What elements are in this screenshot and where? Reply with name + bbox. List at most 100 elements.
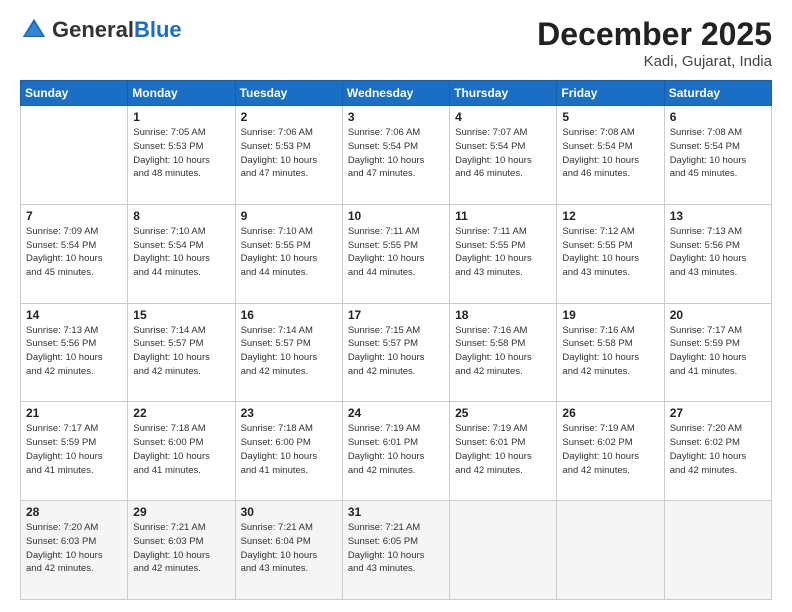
day-info: Sunrise: 7:10 AMSunset: 5:55 PMDaylight:… [241,225,337,280]
logo-text: GeneralBlue [52,19,182,41]
header: GeneralBlue December 2025 Kadi, Gujarat,… [20,16,772,70]
table-row: 15 Sunrise: 7:14 AMSunset: 5:57 PMDayligh… [128,303,235,402]
day-number: 5 [562,110,658,124]
day-info: Sunrise: 7:12 AMSunset: 5:55 PMDaylight:… [562,225,658,280]
day-info: Sunrise: 7:16 AMSunset: 5:58 PMDaylight:… [455,324,551,379]
day-number: 25 [455,406,551,420]
day-info: Sunrise: 7:18 AMSunset: 6:00 PMDaylight:… [133,422,229,477]
day-number: 14 [26,308,122,322]
day-number: 7 [26,209,122,223]
day-info: Sunrise: 7:11 AMSunset: 5:55 PMDaylight:… [348,225,444,280]
table-row [557,501,664,600]
day-info: Sunrise: 7:20 AMSunset: 6:02 PMDaylight:… [670,422,766,477]
logo: GeneralBlue [20,16,182,44]
day-info: Sunrise: 7:14 AMSunset: 5:57 PMDaylight:… [133,324,229,379]
day-number: 28 [26,505,122,519]
table-row: 7 Sunrise: 7:09 AMSunset: 5:54 PMDaylight… [21,204,128,303]
calendar-week-row: 28 Sunrise: 7:20 AMSunset: 6:03 PMDayligh… [21,501,772,600]
table-row: 20 Sunrise: 7:17 AMSunset: 5:59 PMDayligh… [664,303,771,402]
day-info: Sunrise: 7:13 AMSunset: 5:56 PMDaylight:… [26,324,122,379]
day-number: 6 [670,110,766,124]
day-info: Sunrise: 7:17 AMSunset: 5:59 PMDaylight:… [26,422,122,477]
day-info: Sunrise: 7:06 AMSunset: 5:53 PMDaylight:… [241,126,337,181]
table-row: 27Sunrise: 7:20 AMSunset: 6:02 PMDayligh… [664,402,771,501]
day-info: Sunrise: 7:11 AMSunset: 5:55 PMDaylight:… [455,225,551,280]
day-number: 11 [455,209,551,223]
day-number: 9 [241,209,337,223]
day-number: 30 [241,505,337,519]
day-info: Sunrise: 7:17 AMSunset: 5:59 PMDaylight:… [670,324,766,379]
day-number: 24 [348,406,444,420]
day-number: 3 [348,110,444,124]
col-sunday: Sunday [21,81,128,106]
table-row: 24Sunrise: 7:19 AMSunset: 6:01 PMDayligh… [342,402,449,501]
day-number: 18 [455,308,551,322]
day-info: Sunrise: 7:21 AMSunset: 6:05 PMDaylight:… [348,521,444,576]
table-row: 2 Sunrise: 7:06 AMSunset: 5:53 PMDaylight… [235,106,342,205]
day-number: 2 [241,110,337,124]
logo-general-text: General [52,17,134,42]
month-title: December 2025 [537,16,772,53]
day-info: Sunrise: 7:21 AMSunset: 6:04 PMDaylight:… [241,521,337,576]
title-block: December 2025 Kadi, Gujarat, India [537,16,772,70]
col-wednesday: Wednesday [342,81,449,106]
table-row: 28 Sunrise: 7:20 AMSunset: 6:03 PMDayligh… [21,501,128,600]
day-info: Sunrise: 7:15 AMSunset: 5:57 PMDaylight:… [348,324,444,379]
day-number: 29 [133,505,229,519]
table-row: 18 Sunrise: 7:16 AMSunset: 5:58 PMDayligh… [450,303,557,402]
day-number: 23 [241,406,337,420]
table-row: 8 Sunrise: 7:10 AMSunset: 5:54 PMDaylight… [128,204,235,303]
table-row: 6 Sunrise: 7:08 AMSunset: 5:54 PMDaylight… [664,106,771,205]
table-row: 11 Sunrise: 7:11 AMSunset: 5:55 PMDayligh… [450,204,557,303]
col-tuesday: Tuesday [235,81,342,106]
page: GeneralBlue December 2025 Kadi, Gujarat,… [0,0,792,612]
day-info: Sunrise: 7:06 AMSunset: 5:54 PMDaylight:… [348,126,444,181]
day-info: Sunrise: 7:08 AMSunset: 5:54 PMDaylight:… [670,126,766,181]
table-row: 5 Sunrise: 7:08 AMSunset: 5:54 PMDaylight… [557,106,664,205]
day-info: Sunrise: 7:10 AMSunset: 5:54 PMDaylight:… [133,225,229,280]
day-info: Sunrise: 7:21 AMSunset: 6:03 PMDaylight:… [133,521,229,576]
day-number: 26 [562,406,658,420]
table-row: 26 Sunrise: 7:19 AMSunset: 6:02 PMDayligh… [557,402,664,501]
table-row: 31 Sunrise: 7:21 AMSunset: 6:05 PMDayligh… [342,501,449,600]
day-info: Sunrise: 7:14 AMSunset: 5:57 PMDaylight:… [241,324,337,379]
day-info: Sunrise: 7:19 AMSunset: 6:01 PMDaylight:… [455,422,551,477]
table-row [450,501,557,600]
table-row: 30 Sunrise: 7:21 AMSunset: 6:04 PMDayligh… [235,501,342,600]
table-row: 9 Sunrise: 7:10 AMSunset: 5:55 PMDaylight… [235,204,342,303]
day-info: Sunrise: 7:08 AMSunset: 5:54 PMDaylight:… [562,126,658,181]
logo-icon [20,16,48,44]
table-row: 22 Sunrise: 7:18 AMSunset: 6:00 PMDayligh… [128,402,235,501]
day-number: 12 [562,209,658,223]
calendar-week-row: 14 Sunrise: 7:13 AMSunset: 5:56 PMDayligh… [21,303,772,402]
table-row: 14 Sunrise: 7:13 AMSunset: 5:56 PMDayligh… [21,303,128,402]
table-row: 10 Sunrise: 7:11 AMSunset: 5:55 PMDayligh… [342,204,449,303]
day-number: 19 [562,308,658,322]
day-number: 13 [670,209,766,223]
day-info: Sunrise: 7:07 AMSunset: 5:54 PMDaylight:… [455,126,551,181]
logo-blue-text: Blue [134,17,182,42]
table-row: 23Sunrise: 7:18 AMSunset: 6:00 PMDayligh… [235,402,342,501]
day-number: 10 [348,209,444,223]
day-number: 4 [455,110,551,124]
table-row [21,106,128,205]
day-info: Sunrise: 7:19 AMSunset: 6:02 PMDaylight:… [562,422,658,477]
table-row: 29 Sunrise: 7:21 AMSunset: 6:03 PMDayligh… [128,501,235,600]
day-info: Sunrise: 7:20 AMSunset: 6:03 PMDaylight:… [26,521,122,576]
day-number: 20 [670,308,766,322]
table-row: 25 Sunrise: 7:19 AMSunset: 6:01 PMDayligh… [450,402,557,501]
table-row: 16Sunrise: 7:14 AMSunset: 5:57 PMDayligh… [235,303,342,402]
table-row: 3 Sunrise: 7:06 AMSunset: 5:54 PMDaylight… [342,106,449,205]
table-row [664,501,771,600]
day-number: 15 [133,308,229,322]
day-info: Sunrise: 7:09 AMSunset: 5:54 PMDaylight:… [26,225,122,280]
col-saturday: Saturday [664,81,771,106]
calendar-week-row: 1Sunrise: 7:05 AMSunset: 5:53 PMDaylight… [21,106,772,205]
table-row: 1Sunrise: 7:05 AMSunset: 5:53 PMDaylight… [128,106,235,205]
day-number: 8 [133,209,229,223]
day-number: 22 [133,406,229,420]
day-number: 21 [26,406,122,420]
day-number: 31 [348,505,444,519]
table-row: 4 Sunrise: 7:07 AMSunset: 5:54 PMDaylight… [450,106,557,205]
day-number: 17 [348,308,444,322]
